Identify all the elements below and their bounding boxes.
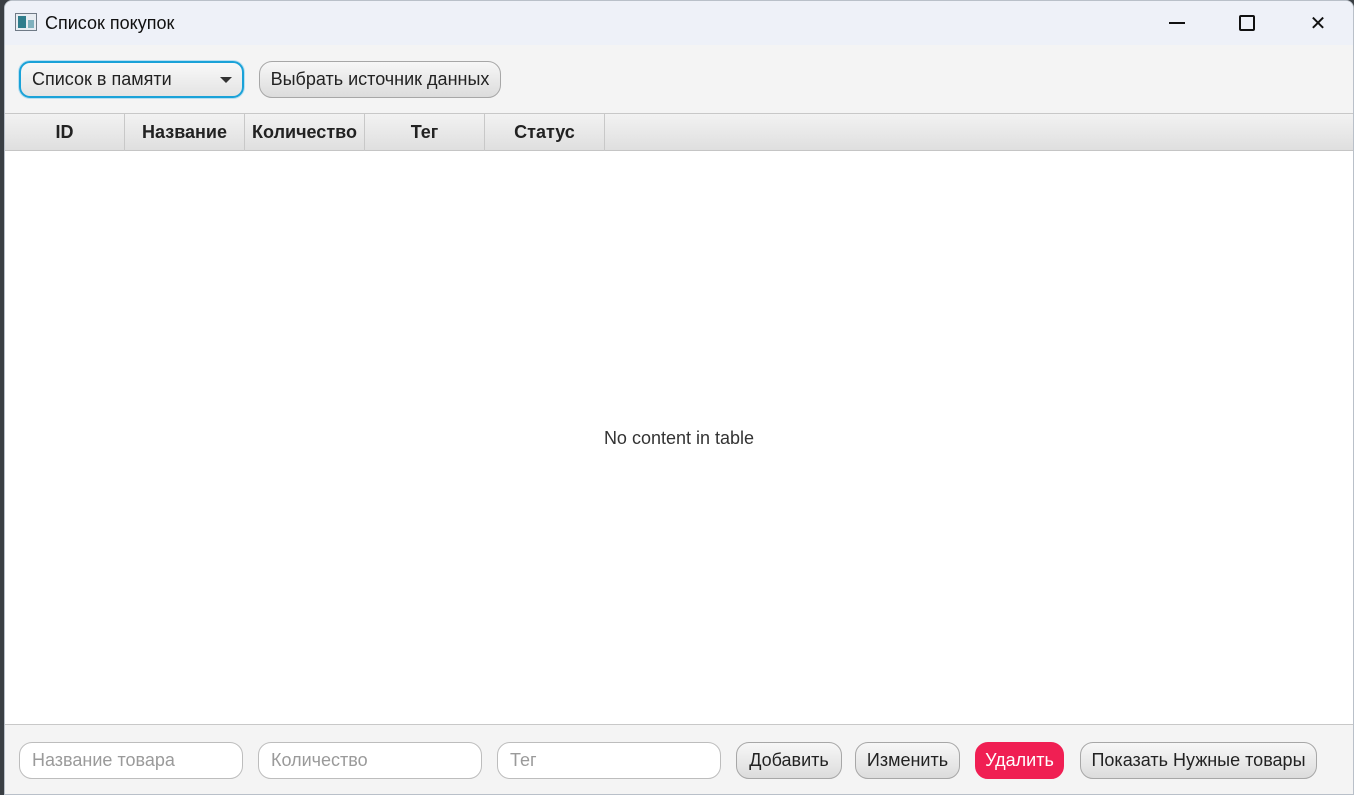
- chevron-down-icon: [220, 77, 232, 83]
- edit-panel: Добавить Изменить Удалить Показать Нужны…: [5, 725, 1353, 794]
- choose-data-source-button[interactable]: Выбрать источник данных: [259, 61, 501, 98]
- close-icon: ✕: [1309, 12, 1327, 35]
- table-header: ID Название Количество Тег Статус: [5, 114, 1353, 151]
- app-icon: [15, 13, 37, 31]
- title-bar[interactable]: Список покупок ✕: [5, 1, 1353, 45]
- close-button[interactable]: ✕: [1283, 1, 1353, 45]
- product-name-input[interactable]: [19, 742, 243, 779]
- toolbar: Список в памяти Выбрать источник данных: [5, 45, 1353, 113]
- add-button[interactable]: Добавить: [736, 742, 842, 779]
- data-source-value: Список в памяти: [32, 69, 172, 89]
- edit-button[interactable]: Изменить: [855, 742, 960, 779]
- column-header-status[interactable]: Статус: [485, 114, 605, 151]
- column-header-tag[interactable]: Тег: [365, 114, 485, 151]
- minimize-icon: [1169, 22, 1185, 24]
- column-header-id[interactable]: ID: [5, 114, 125, 151]
- quantity-input[interactable]: [258, 742, 482, 779]
- show-needed-items-button[interactable]: Показать Нужные товары: [1080, 742, 1317, 779]
- window-title: Список покупок: [45, 13, 175, 33]
- shopping-table[interactable]: ID Название Количество Тег Статус No con…: [5, 113, 1353, 725]
- column-header-quantity[interactable]: Количество: [245, 114, 365, 151]
- maximize-icon: [1239, 15, 1255, 31]
- app-window: Список покупок ✕ Список в памяти Выбрать…: [4, 0, 1354, 795]
- tag-input[interactable]: [497, 742, 721, 779]
- empty-table-message: No content in table: [603, 428, 755, 448]
- maximize-button[interactable]: [1212, 1, 1282, 45]
- header-filler: [605, 114, 1353, 150]
- column-header-name[interactable]: Название: [125, 114, 245, 151]
- delete-button[interactable]: Удалить: [975, 742, 1064, 779]
- table-body[interactable]: No content in table: [5, 151, 1353, 724]
- minimize-button[interactable]: [1142, 1, 1212, 45]
- data-source-select[interactable]: Список в памяти: [19, 61, 244, 98]
